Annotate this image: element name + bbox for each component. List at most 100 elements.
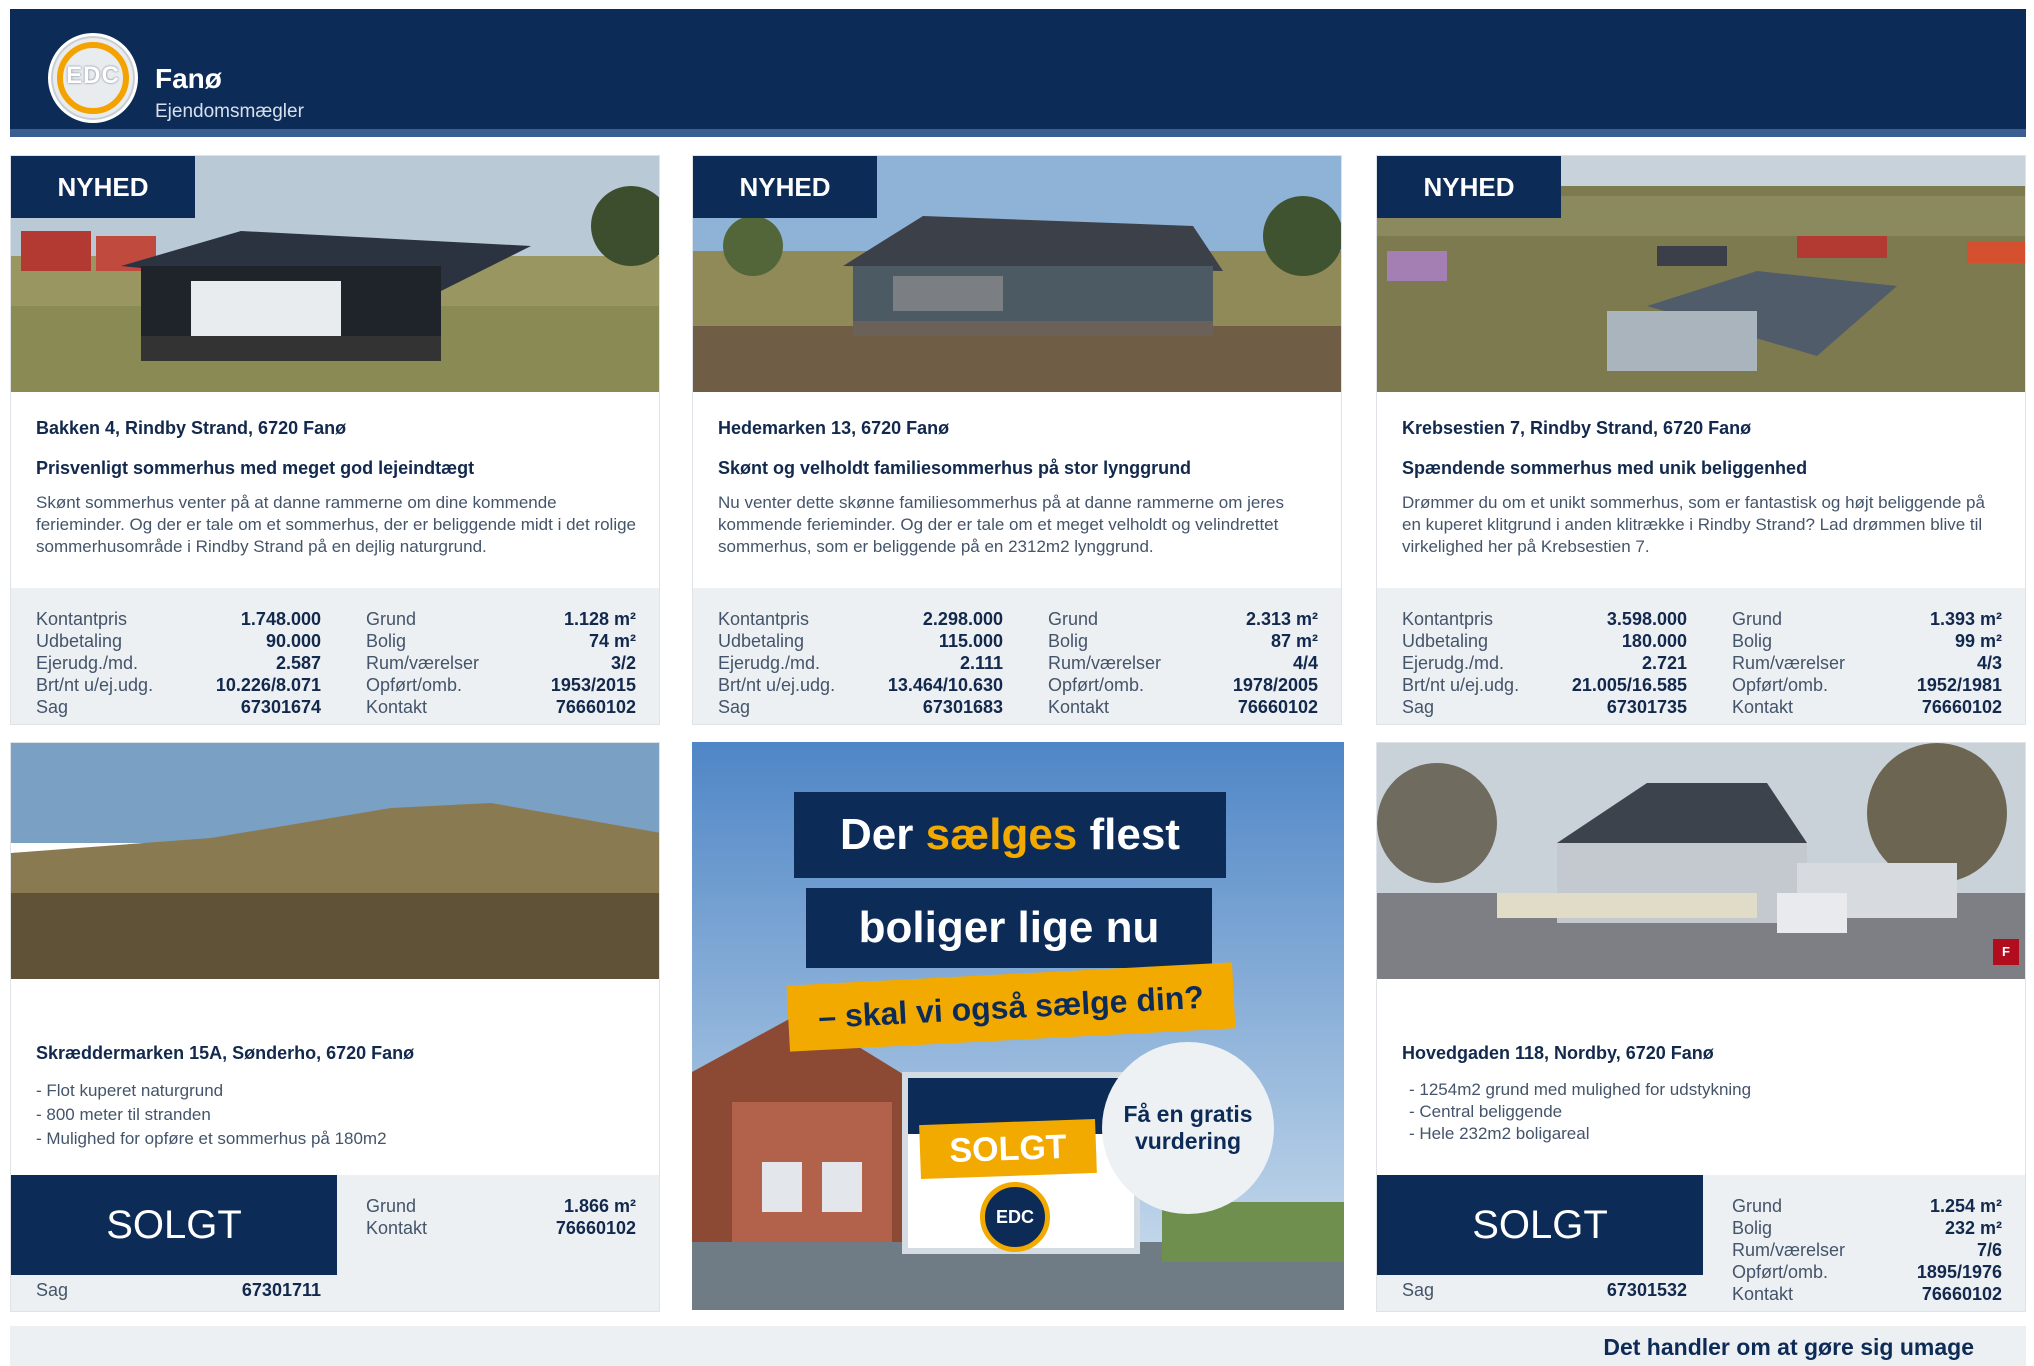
highlight-item: - Hele 232m2 boligareal [1409, 1124, 1590, 1143]
stat-label: Kontakt [366, 697, 428, 717]
listing-card[interactable]: NYHED Hedemarken 13, 6720 Fanø Skønt og … [692, 155, 1342, 725]
listing-photo[interactable]: NYHED [693, 156, 1341, 392]
stat-value: 3/2 [610, 653, 636, 673]
stat-label: Sag [1402, 1280, 1435, 1300]
stat-value: 1895/1976 [1916, 1262, 2002, 1282]
stat-label: Rum/værelser [1732, 653, 1846, 673]
stat-label: Bolig [1048, 631, 1089, 651]
listing-photo[interactable]: F [1377, 743, 2025, 979]
listing-stats: Kontantpris 2.298.000 Udbetaling 115.000… [693, 588, 1341, 724]
stat-label: Kontantpris [1402, 609, 1494, 629]
new-badge: NYHED [693, 156, 877, 218]
stat-label: Ejerudg./md. [36, 653, 139, 673]
stat-value: 74 m² [588, 631, 636, 651]
stat-value: 67301674 [240, 697, 321, 717]
listing-card[interactable]: NYHED Krebsestien 7, Rindby Strand, 6720… [1376, 155, 2026, 725]
stat-value: 13.464/10.630 [887, 675, 1003, 695]
highlight-item: - 1254m2 grund med mulighed for udstykni… [1409, 1080, 1752, 1099]
listing-stats: Kontantpris 1.748.000 Udbetaling 90.000 … [11, 588, 659, 724]
stat-label: Udbetaling [1402, 631, 1489, 651]
stat-label: Opført/omb. [1732, 1262, 1829, 1282]
stat-value: 99 m² [1954, 631, 2002, 651]
highlight-item: - Central beliggende [1409, 1102, 1563, 1121]
stat-label: Bolig [1732, 1218, 1773, 1238]
stat-value: 7/6 [1976, 1240, 2002, 1260]
stat-label: Kontakt [1048, 697, 1110, 717]
stat-value: 2.721 [1641, 653, 1687, 673]
stat-value: 180.000 [1621, 631, 1687, 651]
stat-label: Kontantpris [36, 609, 128, 629]
stat-label: Grund [366, 609, 417, 629]
listing-headline: Prisvenligt sommerhus med meget god leje… [36, 458, 475, 478]
sold-badge: SOLGT [11, 1175, 337, 1275]
valuation-cta[interactable]: Få en gratis vurdering [1102, 1042, 1274, 1214]
stat-label: Udbetaling [718, 631, 805, 651]
sold-badge: SOLGT [1377, 1175, 1703, 1275]
office-name: Fanø [155, 63, 222, 94]
stat-label: Sag [36, 697, 69, 717]
listing-highlights: - Flot kuperet naturgrund - 800 meter ti… [36, 1079, 387, 1151]
listing-address[interactable]: Krebsestien 7, Rindby Strand, 6720 Fanø [1402, 418, 1751, 439]
stat-value: 2.587 [275, 653, 321, 673]
stat-value: 76660102 [555, 697, 636, 717]
stat-value: 1952/1981 [1916, 675, 2002, 695]
stat-value: 2.298.000 [922, 609, 1003, 629]
stat-value: 1.866 m² [563, 1196, 636, 1216]
stat-label: Ejerudg./md. [718, 653, 821, 673]
listing-card[interactable]: NYHED Bakken 4, Rindby Strand, 6720 Fanø… [10, 155, 660, 725]
sign-logo: EDC [980, 1182, 1050, 1252]
stat-value: 2.111 [959, 653, 1003, 673]
listing-headline: Skønt og velholdt familiesommerhus på st… [718, 458, 1192, 478]
stat-label: Rum/værelser [1732, 1240, 1846, 1260]
listing-headline: Spændende sommerhus med unik beliggenhed [1402, 458, 1808, 478]
stat-value: 76660102 [1921, 1284, 2002, 1304]
stat-label: Grund [1732, 609, 1783, 629]
highlight-item: - Flot kuperet naturgrund [36, 1081, 224, 1100]
promo-line-2: boliger lige nu [806, 888, 1212, 968]
listing-description: Drømmer du om et unikt sommerhus, som er… [1402, 493, 1985, 556]
stat-label: Kontakt [1732, 697, 1794, 717]
listing-card[interactable]: F Hovedgaden 118, Nordby, 6720 Fanø - 12… [1376, 742, 2026, 1312]
stat-label: Sag [36, 1280, 69, 1300]
site-header: EDC Fanø Ejendomsmægler [10, 9, 2026, 137]
stat-value: 67301735 [1606, 697, 1687, 717]
stat-label: Kontakt [1732, 1284, 1794, 1304]
stat-label: Kontakt [366, 1218, 428, 1238]
listing-card[interactable]: Skræddermarken 15A, Sønderho, 6720 Fanø … [10, 742, 660, 1312]
listing-address[interactable]: Hovedgaden 118, Nordby, 6720 Fanø [1402, 1043, 1714, 1064]
listing-photo[interactable] [11, 743, 659, 979]
stat-value: 4/3 [1976, 653, 2002, 673]
stat-value: 1.393 m² [1929, 609, 2002, 629]
listing-photo[interactable]: NYHED [1377, 156, 2025, 392]
stat-label: Udbetaling [36, 631, 123, 651]
listing-address[interactable]: Bakken 4, Rindby Strand, 6720 Fanø [36, 418, 346, 439]
stat-value: 76660102 [1237, 697, 1318, 717]
stat-value: 115.000 [938, 631, 1003, 651]
listing-address[interactable]: Hedemarken 13, 6720 Fanø [718, 418, 949, 439]
stat-value: 232 m² [1944, 1218, 2002, 1238]
promo-line-1: Der sælges flest [794, 792, 1226, 878]
stat-label: Grund [1048, 609, 1099, 629]
stat-label: Brt/nt u/ej.udg. [1402, 675, 1520, 695]
listing-address[interactable]: Skræddermarken 15A, Sønderho, 6720 Fanø [36, 1043, 414, 1064]
stat-value: 4/4 [1292, 653, 1318, 673]
stat-value: 2.313 m² [1245, 609, 1318, 629]
listing-highlights: - 1254m2 grund med mulighed for udstykni… [1409, 1079, 1751, 1145]
edc-logo[interactable]: EDC [48, 33, 138, 123]
stat-label: Brt/nt u/ej.udg. [36, 675, 154, 695]
listing-photo[interactable]: NYHED [11, 156, 659, 392]
stat-value: 87 m² [1270, 631, 1318, 651]
stat-value: 1.748.000 [240, 609, 321, 629]
stat-label: Rum/værelser [1048, 653, 1162, 673]
stat-value: 67301532 [1606, 1280, 1687, 1300]
listing-description: Skønt sommerhus venter på at danne ramme… [36, 493, 637, 556]
promo-banner[interactable]: Der sælges flest boliger lige nu – skal … [692, 742, 1344, 1310]
footer-tagline: Det handler om at gøre sig umage [1603, 1334, 1974, 1360]
stat-label: Opført/omb. [1732, 675, 1829, 695]
highlight-item: - 800 meter til stranden [36, 1105, 211, 1124]
new-badge: NYHED [11, 156, 195, 218]
logo-text: EDC [66, 62, 120, 89]
stat-value: 76660102 [555, 1218, 636, 1238]
stat-label: Grund [1732, 1196, 1783, 1216]
stat-label: Ejerudg./md. [1402, 653, 1505, 673]
